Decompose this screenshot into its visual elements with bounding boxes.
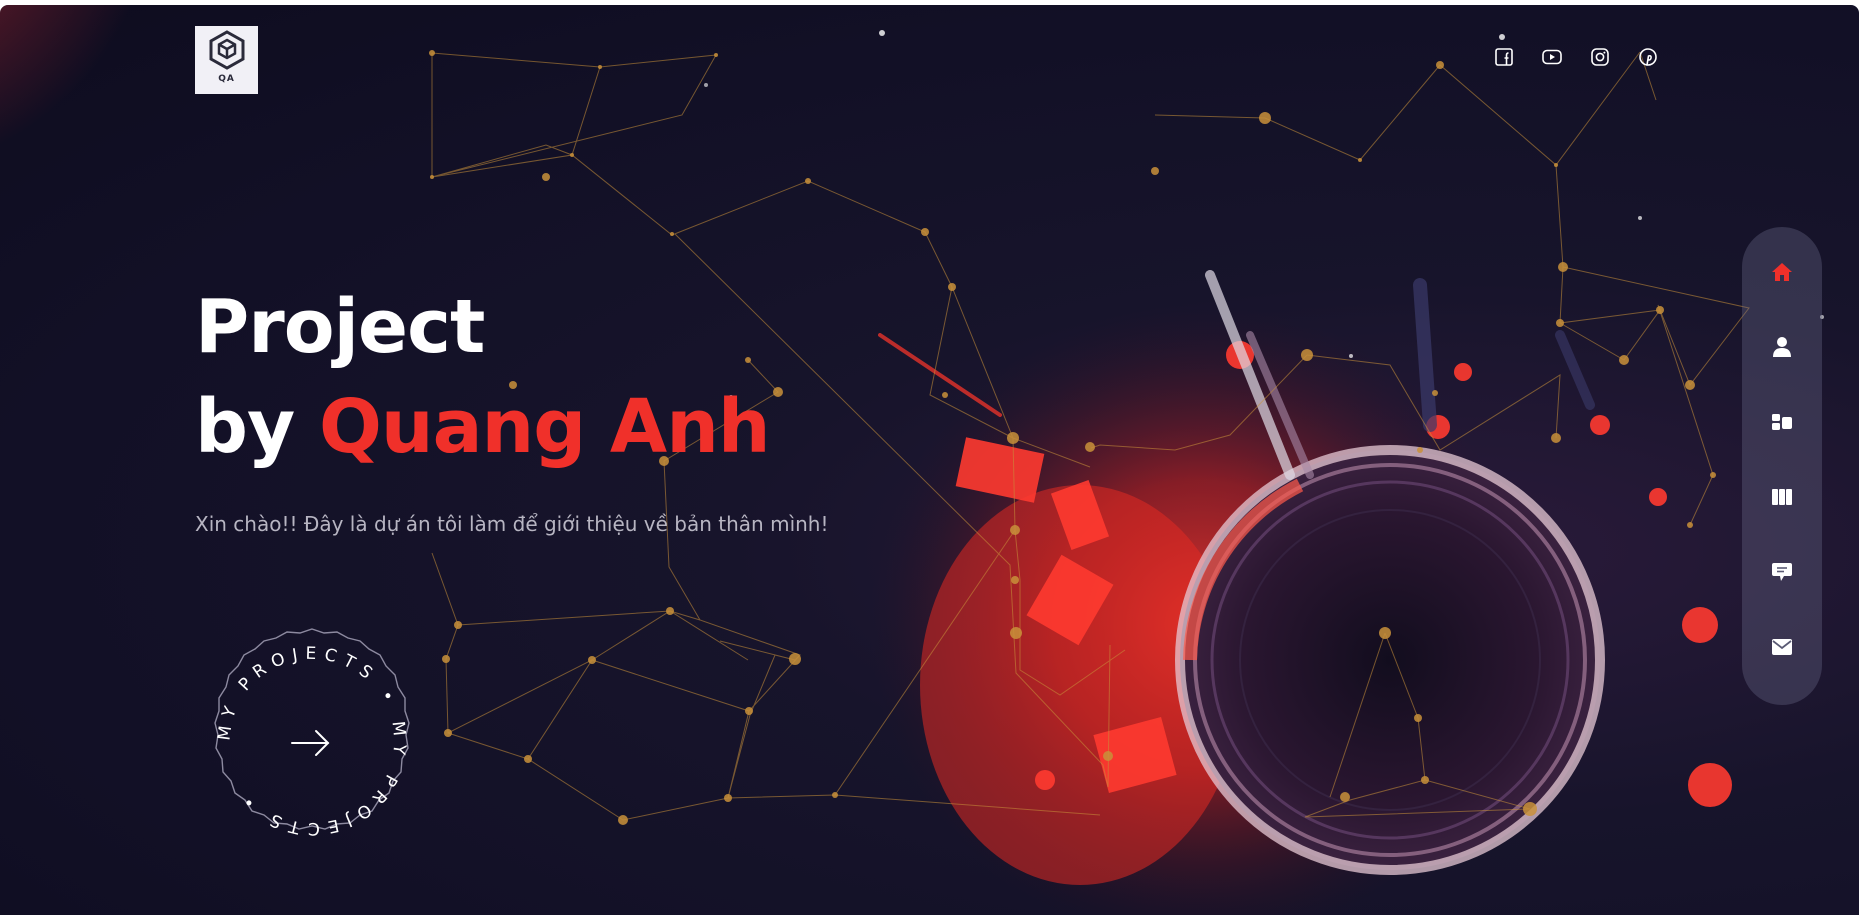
corner-splash — [0, 5, 160, 175]
side-navigation — [1742, 227, 1822, 705]
hero-section: QA Project by Quang Anh Xin chào!! Đây l… — [0, 5, 1859, 915]
cube-logo-icon — [209, 30, 244, 70]
my-projects-button[interactable]: MY PROJECTS • MY PROJECTS • — [196, 625, 428, 857]
title-line-2: by Quang Anh — [195, 377, 771, 477]
nav-about[interactable] — [1767, 332, 1797, 362]
hero-subtitle: Xin chào!! Đây là dự án tôi làm để giới … — [195, 512, 829, 536]
pinterest-icon[interactable] — [1638, 47, 1658, 67]
nav-portfolio[interactable] — [1767, 482, 1797, 512]
social-links — [1494, 47, 1658, 67]
services-icon — [1772, 414, 1792, 430]
logo-text: QA — [218, 74, 235, 84]
title-by: by — [195, 384, 319, 470]
badge-text: MY PROJECTS • MY PROJECTS • — [214, 644, 409, 838]
arrow-right-icon — [291, 730, 330, 756]
mail-icon — [1772, 639, 1792, 655]
nav-services[interactable] — [1767, 407, 1797, 437]
nav-home[interactable] — [1767, 257, 1797, 287]
facebook-icon[interactable] — [1494, 47, 1514, 67]
home-icon — [1772, 263, 1792, 281]
user-icon — [1773, 337, 1791, 357]
title-name: Quang Anh — [318, 384, 771, 470]
page-title: Project by Quang Anh — [195, 277, 771, 477]
nav-contact[interactable] — [1767, 632, 1797, 662]
instagram-icon[interactable] — [1590, 47, 1610, 67]
nav-testimonials[interactable] — [1767, 557, 1797, 587]
site-logo[interactable]: QA — [195, 26, 258, 94]
chat-icon — [1772, 563, 1792, 581]
title-line-1: Project — [195, 284, 485, 370]
youtube-icon[interactable] — [1542, 47, 1562, 67]
portfolio-icon — [1772, 489, 1792, 505]
